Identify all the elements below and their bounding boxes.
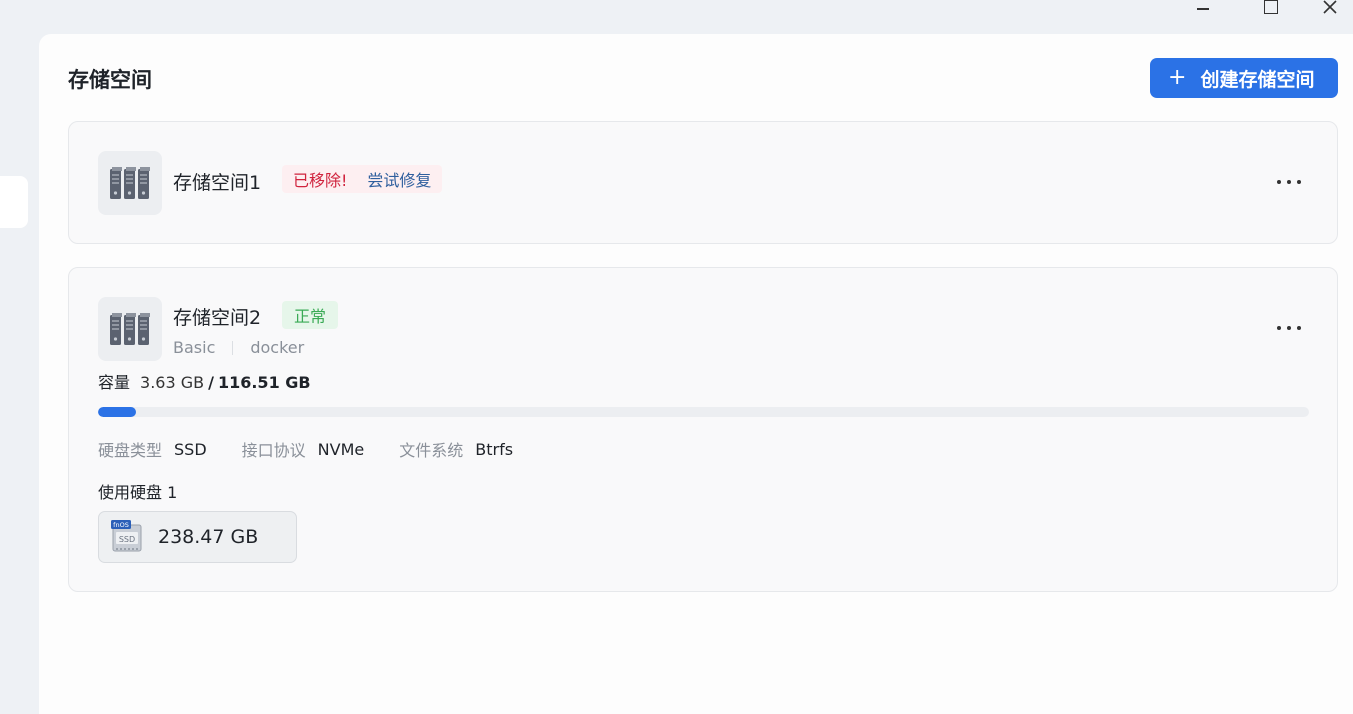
capacity-label: 容量 <box>98 373 131 392</box>
capacity-total: 116.51 GB <box>217 373 311 392</box>
repair-link[interactable]: 尝试修复 <box>367 167 431 191</box>
status-text: 已移除! <box>293 171 348 190</box>
interface-label: 接口协议 <box>241 441 306 460</box>
disks-used-label: 使用硬盘 1 <box>98 483 178 502</box>
capacity-used: 3.63 GB <box>140 373 205 392</box>
storage-purpose: docker <box>250 338 305 357</box>
storage-card-2[interactable]: 存储空间2 正常 Basic docker 容量 3.63 GB/116.51 G… <box>68 267 1338 592</box>
more-icon[interactable] <box>1277 318 1301 338</box>
storage-card-1[interactable]: 存储空间1 已移除! 尝试修复 <box>68 121 1338 244</box>
close-icon[interactable] <box>1320 0 1340 14</box>
filesystem-label: 文件系统 <box>399 441 464 460</box>
storage-pool-icon <box>98 297 162 361</box>
raid-type: Basic <box>173 338 216 357</box>
maximize-icon[interactable] <box>1261 0 1281 14</box>
capacity-slash: / <box>208 373 214 392</box>
disk-chip[interactable]: SSD fnOS 238.47 GB <box>98 511 297 563</box>
capacity-row: 容量 3.63 GB/116.51 GB <box>98 369 311 393</box>
plus-icon: + <box>1168 65 1187 90</box>
create-storage-label: 创建存储空间 <box>1200 68 1315 91</box>
disk-specs: 硬盘类型 SSD 接口协议 NVMe 文件系统 Btrfs <box>98 437 548 461</box>
sidebar-collapsed-tab[interactable] <box>0 176 28 228</box>
capacity-progress-bar <box>98 407 1309 417</box>
more-icon[interactable] <box>1277 172 1301 192</box>
ssd-icon: SSD fnOS <box>111 520 142 552</box>
create-storage-button[interactable]: + 创建存储空间 <box>1150 58 1338 98</box>
storage-pool-icon <box>98 151 162 215</box>
page-title: 存储空间 <box>68 68 152 92</box>
status-badge-ok: 正常 <box>282 301 339 329</box>
disk-size: 238.47 GB <box>158 526 259 548</box>
disk-type-value: SSD <box>174 439 207 459</box>
divider <box>232 340 234 355</box>
main-panel: 存储空间 + 创建存储空间 存储空间1 已移除! 尝试修复 存储空间2 正常 B… <box>39 34 1353 714</box>
storage-meta: Basic docker <box>173 338 304 357</box>
svg-text:SSD: SSD <box>119 535 135 544</box>
storage-name: 存储空间2 <box>173 307 262 329</box>
svg-text:fnOS: fnOS <box>113 521 129 529</box>
status-badge-removed: 已移除! 尝试修复 <box>282 165 443 193</box>
minimize-icon[interactable] <box>1193 0 1213 14</box>
storage-name: 存储空间1 <box>173 172 262 194</box>
disk-type-label: 硬盘类型 <box>98 441 163 460</box>
filesystem-value: Btrfs <box>475 439 514 459</box>
interface-value: NVMe <box>317 439 365 459</box>
window-controls <box>1153 0 1353 14</box>
capacity-progress-fill <box>98 407 136 417</box>
